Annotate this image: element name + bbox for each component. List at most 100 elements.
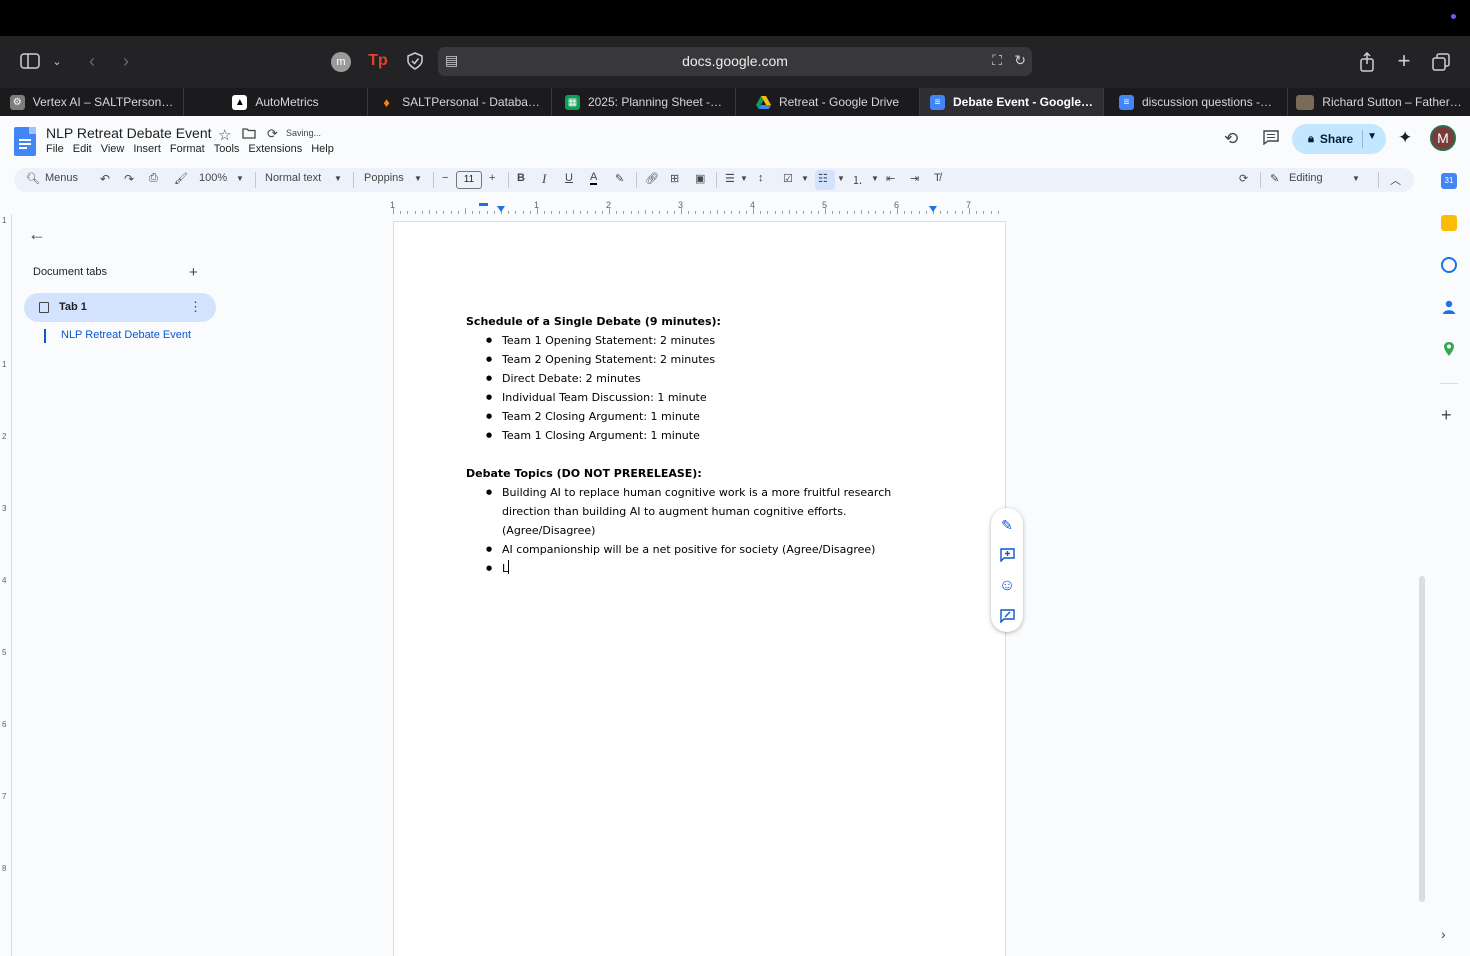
emoji-reaction-icon[interactable]: ☺ — [999, 577, 1015, 594]
menu-format[interactable]: Format — [170, 143, 205, 155]
left-indent-marker[interactable] — [479, 203, 488, 206]
calendar-icon[interactable]: 31 — [1441, 173, 1457, 189]
address-bar[interactable]: ▤ docs.google.com ⛶ ↻ — [438, 47, 1032, 76]
star-icon[interactable]: ☆ — [218, 126, 231, 144]
browser-tab[interactable]: ▦ 2025: Planning Sheet -… — [552, 88, 736, 116]
document-tab[interactable]: Tab 1 ⋮ — [24, 293, 216, 322]
chevron-down-icon[interactable]: ▼ — [1352, 174, 1360, 183]
docs-logo-icon[interactable] — [14, 127, 36, 156]
zoom-select[interactable]: 100% — [199, 172, 227, 184]
chevron-down-icon[interactable]: ⌄ — [50, 51, 64, 71]
menu-view[interactable]: View — [101, 143, 125, 155]
chevron-down-icon[interactable]: ▼ — [871, 174, 879, 183]
search-icon[interactable]: 🔍︎ — [26, 172, 40, 185]
sidebar-toggle-icon[interactable] — [18, 51, 42, 71]
add-comment-icon[interactable]: ⊞ — [670, 172, 679, 185]
add-comment-icon[interactable] — [999, 547, 1015, 563]
contacts-icon[interactable] — [1441, 299, 1457, 315]
keep-icon[interactable] — [1441, 215, 1457, 231]
ruler-number: 7 — [2, 792, 7, 801]
paint-format-icon[interactable]: 🖌︎ — [174, 172, 188, 185]
new-tab-icon[interactable]: + — [1393, 48, 1415, 73]
back-icon[interactable]: ‹ — [82, 50, 102, 72]
browser-tab[interactable]: ≡ discussion questions -… — [1104, 88, 1288, 116]
increase-indent-icon[interactable]: ⇥ — [910, 172, 919, 185]
font-select[interactable]: Poppins — [364, 172, 404, 184]
chevron-down-icon[interactable]: ▼ — [236, 174, 244, 183]
outline-item[interactable]: NLP Retreat Debate Event — [44, 329, 191, 343]
share-sheet-icon[interactable] — [1357, 51, 1377, 73]
browser-tab[interactable]: Retreat - Google Drive — [736, 88, 920, 116]
forward-icon[interactable]: › — [116, 50, 136, 72]
maps-icon[interactable] — [1441, 341, 1457, 357]
browser-tab[interactable]: ⚙ Vertex AI – SALTPerson… — [0, 88, 184, 116]
share-options-chevron-icon[interactable]: ▼ — [1367, 131, 1377, 142]
menu-file[interactable]: File — [46, 143, 64, 155]
extension-tp-icon[interactable]: Tp — [366, 51, 390, 71]
shield-icon[interactable] — [404, 51, 426, 71]
link-icon[interactable]: 🔗︎ — [645, 172, 659, 185]
collapse-menus-icon[interactable]: ︿ — [1390, 172, 1401, 188]
scrollbar[interactable] — [1419, 576, 1425, 902]
browser-tab-active[interactable]: ≡ Debate Event - Google… — [920, 88, 1104, 116]
move-folder-icon[interactable] — [242, 127, 256, 142]
document-title[interactable]: NLP Retreat Debate Event — [46, 125, 212, 141]
numbered-list-icon[interactable]: ⒈ — [852, 172, 863, 188]
document-page[interactable]: Schedule of a Single Debate (9 minutes):… — [393, 221, 1006, 956]
font-size-input[interactable]: 11 — [456, 171, 482, 189]
editing-mode-select[interactable]: Editing — [1289, 172, 1323, 184]
reload-icon[interactable]: ↻ — [1014, 52, 1026, 69]
menu-extensions[interactable]: Extensions — [248, 143, 302, 155]
line-spacing-icon[interactable]: ↕ — [758, 172, 764, 184]
insert-image-icon[interactable]: ▣ — [695, 172, 705, 185]
chevron-down-icon[interactable]: ▼ — [801, 174, 809, 183]
add-tab-button[interactable]: + — [189, 264, 198, 281]
chevron-down-icon[interactable]: ▼ — [414, 174, 422, 183]
italic-icon[interactable]: I — [542, 171, 546, 187]
clear-formatting-icon[interactable]: T̸ — [934, 172, 941, 184]
underline-icon[interactable]: U — [565, 172, 573, 184]
gemini-sparkle-icon[interactable]: ✦ — [1398, 128, 1412, 148]
redo-icon[interactable]: ↷ — [124, 172, 134, 186]
decrease-indent-icon[interactable]: ⇤ — [886, 172, 895, 185]
chevron-down-icon[interactable]: ▼ — [837, 174, 845, 183]
share-button[interactable]: 🔒︎ Share ▼ — [1292, 124, 1386, 154]
print-icon[interactable]: ⎙ — [149, 172, 158, 185]
chevron-down-icon[interactable]: ▼ — [740, 174, 748, 183]
tasks-icon[interactable] — [1441, 257, 1457, 273]
search-menus-input[interactable]: Menus — [45, 172, 78, 184]
decrease-font-size-button[interactable]: − — [442, 172, 448, 184]
increase-font-size-button[interactable]: + — [489, 172, 495, 184]
more-options-icon[interactable]: ⋮ — [189, 299, 202, 315]
browser-tab[interactable]: ♦ SALTPersonal - Databa… — [368, 88, 552, 116]
avatar[interactable]: M — [1430, 125, 1456, 151]
extension-m-icon[interactable]: m — [331, 52, 351, 72]
highlight-icon[interactable]: ✎ — [615, 172, 624, 185]
chevron-right-icon[interactable]: › — [1441, 926, 1457, 942]
spell-check-icon[interactable]: ⟳ — [1239, 172, 1248, 185]
menu-insert[interactable]: Insert — [133, 143, 161, 155]
suggest-edits-icon[interactable] — [999, 608, 1015, 624]
list-item-editing[interactable]: L — [486, 559, 892, 578]
tab-overview-icon[interactable] — [1430, 51, 1452, 73]
comments-icon[interactable] — [1263, 130, 1279, 148]
bold-icon[interactable]: B — [517, 172, 525, 184]
undo-icon[interactable]: ↶ — [100, 172, 110, 186]
checklist-icon[interactable]: ☑ — [783, 172, 793, 185]
menu-help[interactable]: Help — [311, 143, 334, 155]
chevron-down-icon[interactable]: ▼ — [334, 174, 342, 183]
add-addon-icon[interactable]: + — [1441, 406, 1457, 424]
first-line-indent-marker[interactable] — [497, 206, 505, 212]
menu-tools[interactable]: Tools — [214, 143, 240, 155]
browser-tab[interactable]: ▲ AutoMetrics — [184, 88, 368, 116]
text-color-icon[interactable]: A — [590, 172, 598, 185]
help-me-write-icon[interactable]: ✎ — [999, 517, 1015, 533]
version-history-icon[interactable]: ⟲ — [1224, 129, 1238, 149]
menu-edit[interactable]: Edit — [73, 143, 92, 155]
align-icon[interactable]: ☰ — [725, 172, 735, 185]
right-indent-marker[interactable] — [929, 206, 937, 212]
paragraph-style-select[interactable]: Normal text — [265, 172, 321, 184]
translate-icon[interactable]: ⛶ — [992, 52, 1002, 69]
back-arrow-icon[interactable]: ← — [28, 224, 46, 245]
browser-tab[interactable]: Richard Sutton – Father… — [1288, 88, 1470, 116]
